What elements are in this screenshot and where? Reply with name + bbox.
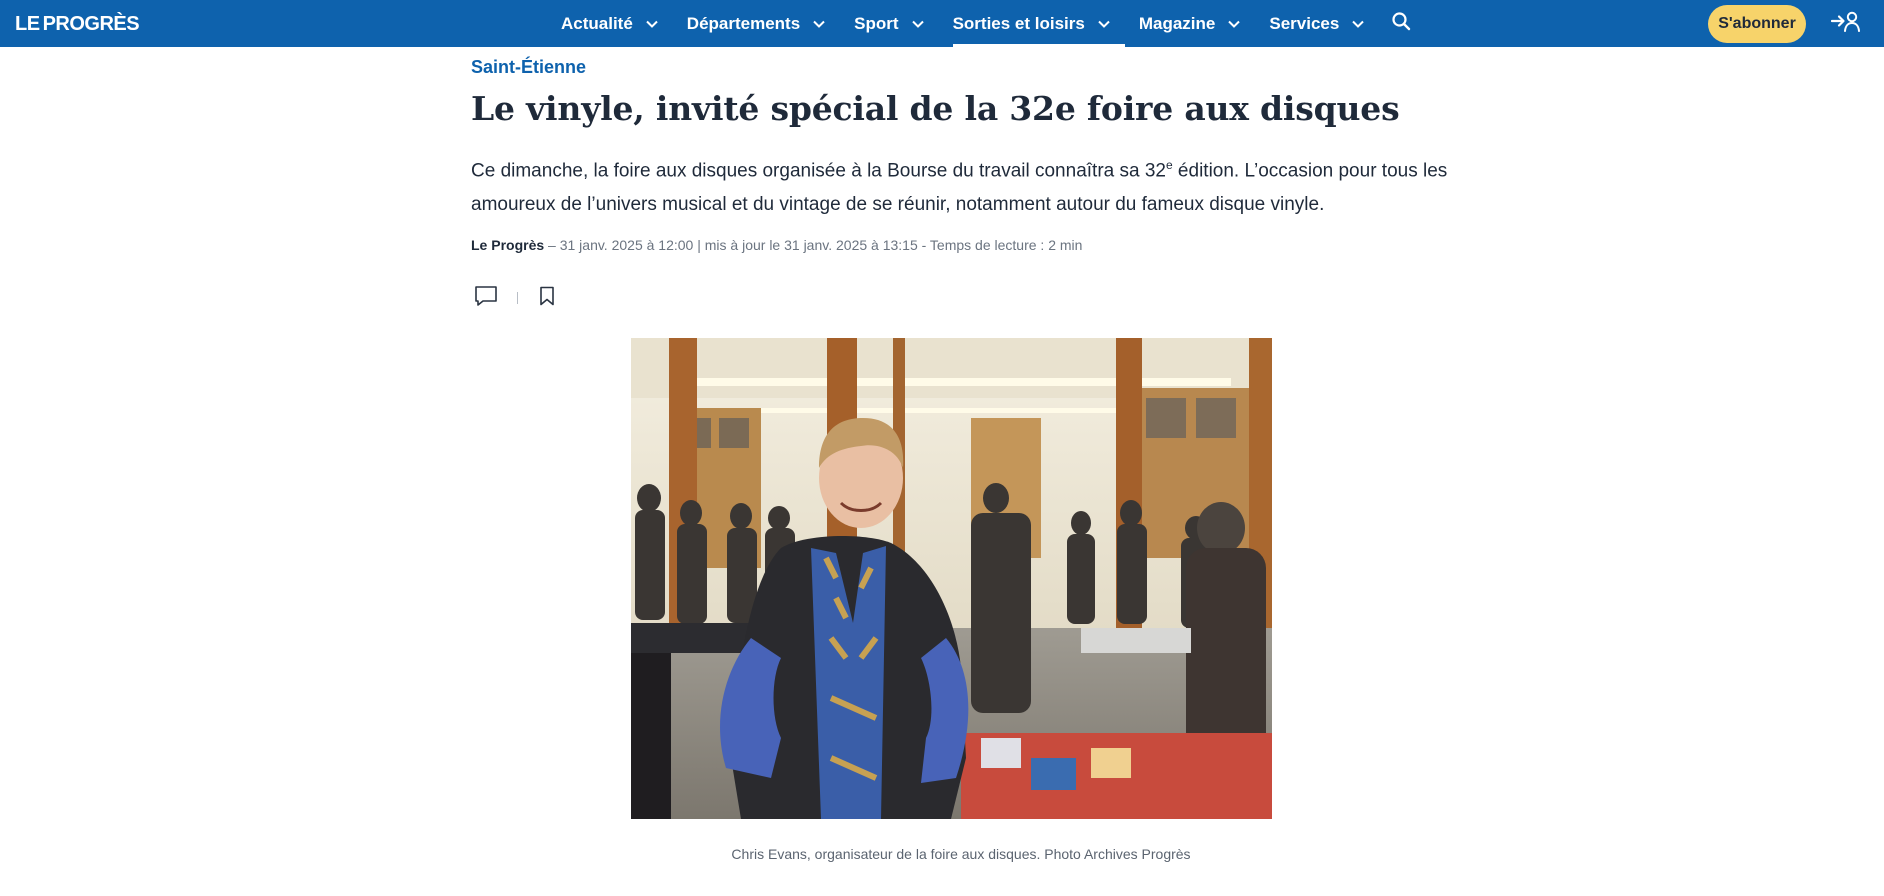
- chevron-down-icon: [645, 17, 659, 31]
- bookmark-icon: [539, 286, 555, 311]
- chevron-down-icon: [1351, 17, 1365, 31]
- nav-label: Départements: [686, 13, 801, 33]
- photo-caption: Chris Evans, organisateur de la foire au…: [731, 846, 1191, 862]
- chevron-down-icon: [812, 17, 826, 31]
- nav-label: Services: [1269, 13, 1340, 33]
- bookmark-button[interactable]: [532, 283, 562, 313]
- article-meta: Le Progrès – 31 janv. 2025 à 12:00 | mis…: [471, 237, 1082, 253]
- article-title: Le vinyle, invité spécial de la 32e foir…: [471, 89, 1400, 128]
- chevron-down-icon: [911, 17, 925, 31]
- nav-label: Actualité: [561, 13, 633, 33]
- search-icon: [1391, 11, 1411, 36]
- article-rubric[interactable]: Saint-Étienne: [471, 57, 586, 78]
- nav-item-services[interactable]: Services: [1255, 0, 1379, 47]
- main-nav: Actualité Départements Sport Sorties et …: [547, 0, 1421, 47]
- login-button[interactable]: [1830, 10, 1862, 36]
- comment-button[interactable]: [471, 283, 501, 313]
- nav-item-sport[interactable]: Sport: [840, 0, 938, 47]
- chevron-down-icon: [1097, 17, 1111, 31]
- lead-text-start: Ce dimanche, la foire aux disques organi…: [471, 160, 1166, 182]
- search-button[interactable]: [1381, 0, 1421, 47]
- photo-illustration: [631, 338, 1272, 819]
- nav-item-sorties-et-loisirs[interactable]: Sorties et loisirs: [939, 0, 1126, 47]
- comment-icon: [474, 285, 498, 312]
- subscribe-button[interactable]: S'abonner: [1708, 5, 1806, 43]
- nav-label: Sport: [854, 13, 899, 33]
- nav-label: Sorties et loisirs: [952, 13, 1085, 33]
- article-lead: Ce dimanche, la foire aux disques organi…: [471, 148, 1451, 222]
- nav-item-magazine[interactable]: Magazine: [1125, 0, 1256, 47]
- login-icon: [1830, 10, 1861, 37]
- article-author[interactable]: Le Progrès: [471, 237, 544, 253]
- article-dates: – 31 janv. 2025 à 12:00 | mis à jour le …: [544, 237, 1083, 253]
- article-photo: [631, 338, 1272, 819]
- actions-divider: [517, 292, 518, 304]
- site-logo[interactable]: LE PROGRÈS: [15, 12, 140, 36]
- nav-label: Magazine: [1138, 13, 1216, 33]
- lead-superscript: e: [1165, 158, 1173, 172]
- nav-item-actualite[interactable]: Actualité: [547, 0, 673, 47]
- nav-item-departements[interactable]: Départements: [673, 0, 840, 47]
- site-header: LE PROGRÈS Actualité Départements Sport …: [0, 0, 1884, 47]
- article-actions: [471, 283, 562, 313]
- chevron-down-icon: [1227, 17, 1241, 31]
- logo-name: PROGRÈS: [42, 12, 140, 35]
- logo-le: LE: [15, 12, 40, 35]
